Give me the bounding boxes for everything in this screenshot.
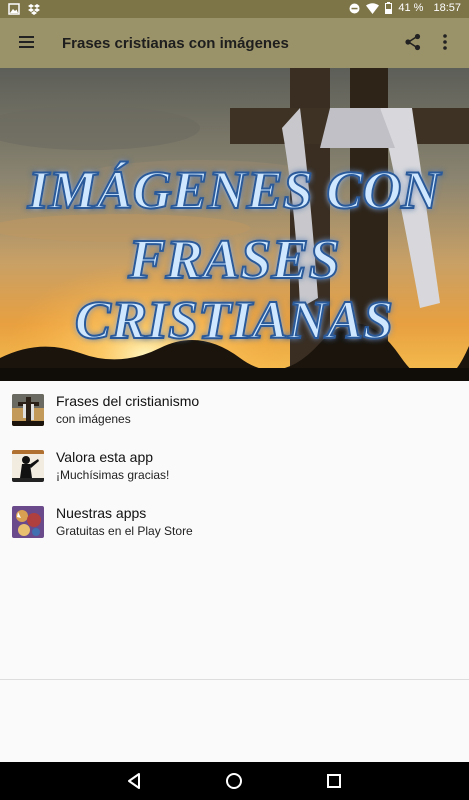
menu-list: Frases del cristianismo con imágenes Val… [0,381,469,681]
menu-item-subtitle: ¡Muchísimas gracias! [56,468,170,482]
cross-thumbnail-icon [12,394,44,426]
menu-item-valora[interactable]: Valora esta app ¡Muchísimas gracias! [0,438,469,494]
menu-item-subtitle: Gratuitas en el Play Store [56,524,193,538]
status-bar: 41 % 18:57 [0,0,469,18]
battery-icon [385,2,393,14]
praying-figure-thumbnail-icon [12,450,44,482]
menu-item-title: Frases del cristianismo [56,393,200,409]
divider [0,679,469,680]
app-bar: Frases cristianas con imágenes [0,18,469,68]
menu-item-nuestras-apps[interactable]: Nuestras apps Gratuitas en el Play Store [0,494,469,550]
recents-icon[interactable] [324,771,344,791]
home-icon[interactable] [224,771,244,791]
app-title: Frases cristianas con imágenes [62,35,289,52]
menu-item-frases[interactable]: Frases del cristianismo con imágenes [0,382,469,438]
image-notification-icon [8,3,20,15]
banner-title-line-2: FRASES [127,229,340,291]
share-icon[interactable] [404,33,422,51]
hamburger-menu-icon[interactable] [18,33,36,51]
wifi-icon [366,2,380,14]
menu-item-title: Nuestras apps [56,505,147,521]
clock: 18:57 [433,2,461,14]
menu-item-title: Valora esta app [56,449,154,465]
more-options-icon[interactable] [440,33,450,51]
menu-item-subtitle: con imágenes [56,412,131,426]
dropbox-icon [28,4,40,15]
system-navigation-bar [0,762,469,800]
header-banner-image: IMÁGENES CON FRASES CRISTIANAS [0,68,469,381]
banner-title-line-3: CRISTIANAS [75,290,393,350]
apps-thumbnail-icon [12,506,44,538]
do-not-disturb-icon [349,3,360,13]
battery-percent: 41 % [398,2,424,14]
back-icon[interactable] [124,771,144,791]
banner-title-line-1: IMÁGENES CON [27,160,443,220]
